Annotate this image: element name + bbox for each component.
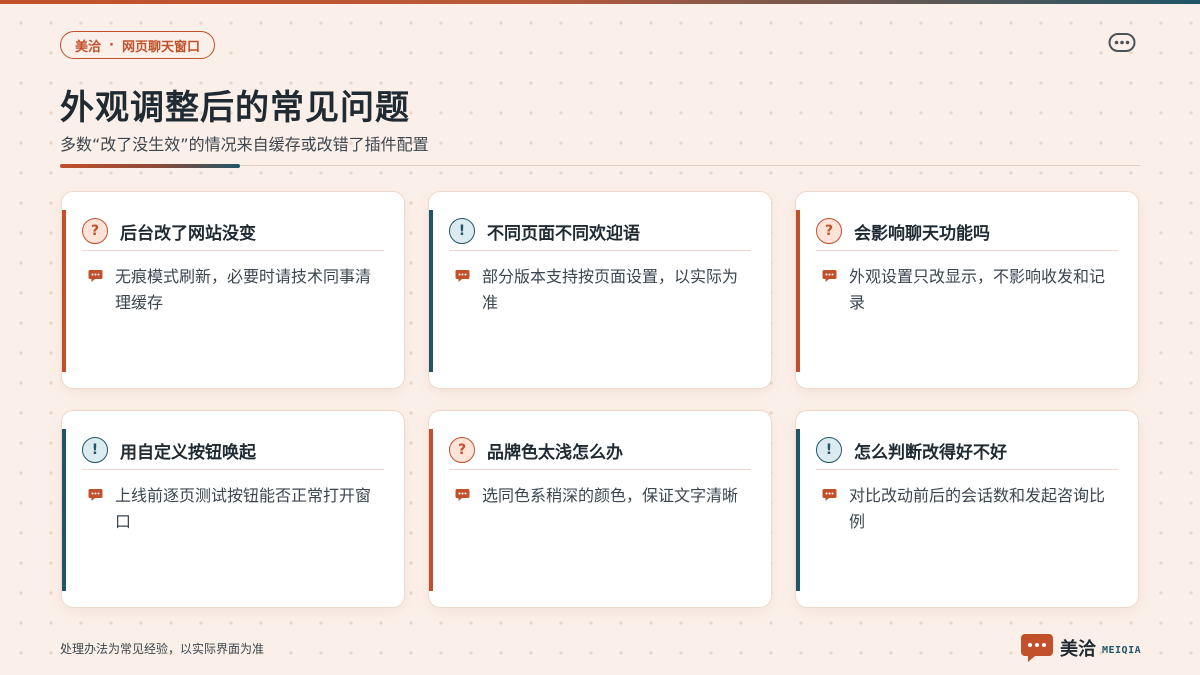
page-title: 外观调整后的常见问题 [60,88,410,128]
header-divider-accent [60,164,240,168]
speech-bubble-icon [455,489,470,501]
faq-card-1: ? 后台改了网站没变 无痕模式刷新，必要时请技术同事清理缓存 [61,191,405,389]
card-text: 选同色系稍深的颜色，保证文字清晰 [482,486,739,505]
card-header: ! 怎么判断改得好不好 [816,431,1118,470]
card-accent-bar [62,429,66,591]
faq-card-4: ! 用自定义按钮唤起 上线前逐页测试按钮能否正常打开窗口 [61,410,405,608]
card-body: 上线前逐页测试按钮能否正常打开窗口 [88,483,380,535]
card-text: 部分版本支持按页面设置，以实际为准 [482,267,739,312]
question-icon: ? [82,218,108,244]
exclamation-icon: ! [816,437,842,463]
card-title: 后台改了网站没变 [120,223,256,244]
card-title: 用自定义按钮唤起 [120,442,256,463]
faq-card-2: ! 不同页面不同欢迎语 部分版本支持按页面设置，以实际为准 [428,191,772,389]
brand-separator: · [109,37,114,53]
card-title: 怎么判断改得好不好 [854,442,1007,463]
card-accent-bar [62,210,66,372]
card-text: 外观设置只改显示，不影响收发和记录 [849,267,1106,312]
speech-bubble-icon [88,270,103,282]
logo-text-en: MEIQIA [1102,644,1142,656]
brand-section-badge: 美洽 · 网页聊天窗口 [60,31,215,59]
question-icon: ? [449,437,475,463]
chat-bubble-icon[interactable] [1108,32,1136,56]
speech-bubble-icon [822,489,837,501]
card-accent-bar [429,429,433,591]
top-gradient-bar [0,0,1200,4]
card-title: 不同页面不同欢迎语 [487,223,640,244]
speech-bubble-icon [88,489,103,501]
card-text: 上线前逐页测试按钮能否正常打开窗口 [115,486,372,531]
brand-name: 美洽 [75,39,102,55]
exclamation-icon: ! [82,437,108,463]
section-name: 网页聊天窗口 [121,39,200,55]
card-text: 对比改动前后的会话数和发起咨询比例 [849,486,1106,531]
card-header: ! 不同页面不同欢迎语 [449,212,751,251]
card-header: ? 后台改了网站没变 [82,212,384,251]
logo-text-cn: 美洽 [1060,639,1096,660]
card-header: ! 用自定义按钮唤起 [82,431,384,470]
card-accent-bar [796,210,800,372]
card-body: 外观设置只改显示，不影响收发和记录 [822,264,1114,316]
faq-card-6: ! 怎么判断改得好不好 对比改动前后的会话数和发起咨询比例 [795,410,1139,608]
footer-note: 处理办法为常见经验，以实际界面为准 [60,642,265,656]
logo-chat-icon [1021,634,1053,662]
card-accent-bar [429,210,433,372]
card-header: ? 会影响聊天功能吗 [816,212,1118,251]
card-body: 部分版本支持按页面设置，以实际为准 [455,264,747,316]
card-accent-bar [796,429,800,591]
exclamation-icon: ! [449,218,475,244]
card-text: 无痕模式刷新，必要时请技术同事清理缓存 [115,267,372,312]
card-body: 选同色系稍深的颜色，保证文字清晰 [455,483,747,509]
card-title: 品牌色太浅怎么办 [487,442,623,463]
card-body: 对比改动前后的会话数和发起咨询比例 [822,483,1114,535]
card-body: 无痕模式刷新，必要时请技术同事清理缓存 [88,264,380,316]
faq-card-3: ? 会影响聊天功能吗 外观设置只改显示，不影响收发和记录 [795,191,1139,389]
faq-card-5: ? 品牌色太浅怎么办 选同色系稍深的颜色，保证文字清晰 [428,410,772,608]
speech-bubble-icon [455,270,470,282]
card-title: 会影响聊天功能吗 [854,223,990,244]
page-subtitle: 多数“改了没生效”的情况来自缓存或改错了插件配置 [60,135,429,154]
card-header: ? 品牌色太浅怎么办 [449,431,751,470]
question-icon: ? [816,218,842,244]
speech-bubble-icon [822,270,837,282]
meiqia-logo: 美洽 MEIQIA [1020,630,1141,666]
